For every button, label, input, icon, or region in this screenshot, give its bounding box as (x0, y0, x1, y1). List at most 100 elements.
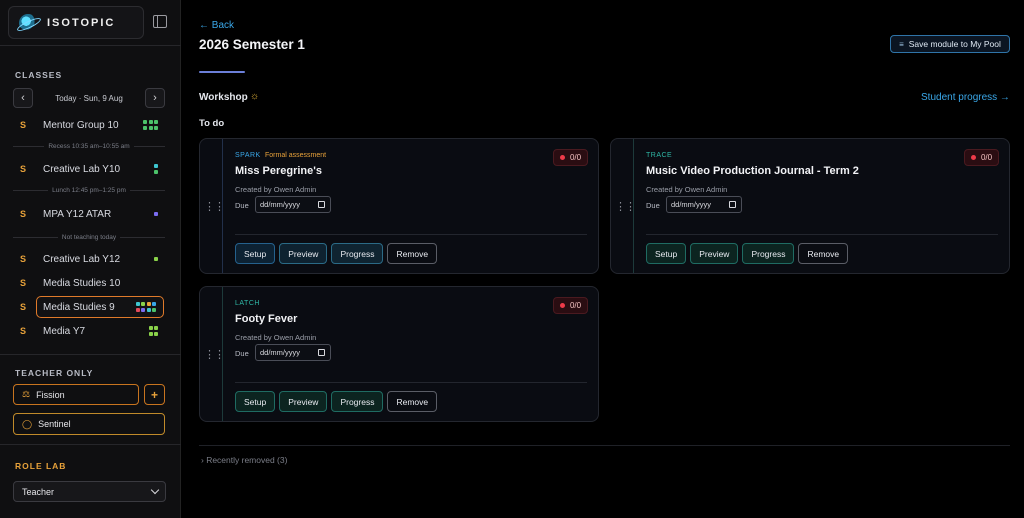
class-name: MPA Y12 ATAR (43, 208, 112, 220)
due-date-input[interactable]: dd/mm/yyyy (666, 196, 742, 213)
class-item-mentor-group-10[interactable]: S Mentor Group 10 (13, 114, 165, 136)
task-actions: Setup Preview Progress Remove (235, 243, 438, 264)
drag-handle-icon[interactable]: ⋮⋮ (204, 287, 225, 421)
fission-button[interactable]: ⚖ Fission (13, 384, 139, 405)
due-label: Due (646, 201, 660, 210)
layers-icon: ≡ (899, 39, 904, 49)
sentinel-button[interactable]: ◯ Sentinel (13, 413, 165, 435)
task-creator: Created by Owen Admin (235, 185, 317, 194)
progress-button[interactable]: Progress (742, 243, 795, 264)
class-item-mpa-y12-atar[interactable]: S MPA Y12 ATAR (13, 203, 165, 225)
due-date-input[interactable]: dd/mm/yyyy (255, 344, 331, 361)
not-teaching-separator: Not teaching today (13, 234, 166, 241)
role-lab-label: ROLE LAB (15, 461, 67, 471)
remove-button[interactable]: Remove (387, 391, 438, 412)
preview-button[interactable]: Preview (279, 391, 328, 412)
scale-icon: ⚖ (22, 389, 31, 399)
status-dot-icon (559, 155, 565, 160)
shield-icon: ◯ (22, 418, 33, 429)
class-indicator-icon (154, 212, 158, 216)
class-type-badge: S (20, 302, 27, 312)
recently-removed-toggle[interactable]: › Recently removed (3) (201, 455, 287, 465)
class-indicator-icon (154, 257, 158, 261)
task-card: ⋮⋮ TRACE 0/0 Music Video Production Jour… (610, 138, 1010, 274)
setup-button[interactable]: Setup (235, 243, 276, 264)
atom-logo-icon (19, 13, 37, 32)
todo-heading: To do (199, 118, 225, 129)
sidebar-collapse-icon[interactable] (153, 15, 167, 28)
class-indicator-icon (135, 302, 156, 312)
class-name: Creative Lab Y10 (43, 163, 121, 175)
class-type-badge: S (20, 278, 27, 288)
date-label: Today · Sun, 9 Aug (55, 93, 123, 103)
calendar-icon[interactable] (318, 201, 325, 208)
task-card: ⋮⋮ SPARK Formal assessment 0/0 Miss Pere… (199, 138, 599, 274)
task-card: ⋮⋮ LATCH 0/0 Footy Fever Created by Owen… (199, 286, 599, 422)
next-day-button[interactable]: › (144, 88, 165, 108)
class-type-badge: S (20, 120, 27, 130)
chevron-down-icon (150, 485, 160, 495)
lightbulb-icon[interactable]: ☼ (250, 91, 259, 102)
task-kind: TRACE (646, 152, 673, 159)
sidebar: ISOTOPIC CLASSES ‹ Today · Sun, 9 Aug › … (0, 0, 181, 518)
task-actions: Setup Preview Progress Remove (646, 243, 849, 264)
role-select[interactable]: Teacher (13, 481, 166, 502)
class-item-media-y7[interactable]: S Media Y7 (13, 320, 165, 342)
class-item-media-studies-10[interactable]: S Media Studies 10 (13, 272, 165, 294)
task-creator: Created by Owen Admin (235, 333, 317, 342)
task-tag: Formal assessment (265, 152, 327, 159)
prev-day-button[interactable]: ‹ (13, 88, 33, 108)
setup-button[interactable]: Setup (646, 243, 687, 264)
score-badge: 0/0 (964, 149, 999, 166)
workshop-heading: Workshop (199, 92, 248, 103)
divider (0, 45, 181, 46)
task-kind: LATCH (235, 300, 260, 307)
setup-button[interactable]: Setup (235, 391, 276, 412)
class-indicator-icon (154, 164, 158, 174)
due-label: Due (235, 349, 249, 358)
class-type-badge: S (20, 254, 27, 264)
student-progress-link[interactable]: Student progress → (921, 92, 1010, 103)
score-badge: 0/0 (553, 297, 588, 314)
task-title[interactable]: Music Video Production Journal - Term 2 (646, 165, 859, 177)
class-name: Media Studies 10 (43, 277, 121, 289)
drag-handle-icon[interactable]: ⋮⋮ (204, 139, 225, 273)
class-name: Media Y7 (43, 325, 86, 337)
class-type-badge: S (20, 164, 27, 174)
role-select-value: Teacher (22, 486, 55, 497)
class-type-badge: S (20, 326, 27, 336)
progress-button[interactable]: Progress (331, 243, 384, 264)
task-creator: Created by Owen Admin (646, 185, 728, 194)
save-module-button[interactable]: ≡ Save module to My Pool (890, 35, 1010, 53)
save-module-label: Save module to My Pool (908, 39, 1001, 49)
progress-button[interactable]: Progress (331, 391, 384, 412)
brand-name: ISOTOPIC (47, 16, 116, 29)
class-item-creative-lab-y10[interactable]: S Creative Lab Y10 (13, 158, 165, 180)
class-item-creative-lab-y12[interactable]: S Creative Lab Y12 (13, 248, 165, 270)
divider (0, 354, 181, 355)
drag-handle-icon[interactable]: ⋮⋮ (615, 139, 636, 273)
preview-button[interactable]: Preview (690, 243, 739, 264)
brand-logo-button[interactable]: ISOTOPIC (8, 6, 144, 39)
back-link[interactable]: ← Back (199, 20, 234, 31)
status-dot-icon (970, 155, 976, 160)
preview-button[interactable]: Preview (279, 243, 328, 264)
class-type-badge: S (20, 209, 27, 219)
class-item-media-studies-9[interactable]: Media Studies 9 (36, 296, 164, 318)
due-label: Due (235, 201, 249, 210)
remove-button[interactable]: Remove (798, 243, 849, 264)
due-date-input[interactable]: dd/mm/yyyy (255, 196, 331, 213)
title-underline (199, 71, 245, 73)
calendar-icon[interactable] (318, 349, 325, 356)
task-title[interactable]: Miss Peregrine's (235, 165, 322, 177)
calendar-icon[interactable] (729, 201, 736, 208)
remove-button[interactable]: Remove (387, 243, 438, 264)
add-fission-button[interactable]: + (144, 384, 165, 405)
class-name: Mentor Group 10 (43, 119, 119, 131)
task-title[interactable]: Footy Fever (235, 313, 297, 325)
divider (0, 444, 181, 445)
class-indicator-icon (148, 326, 158, 336)
status-dot-icon (559, 303, 565, 308)
sentinel-label: Sentinel (38, 419, 71, 429)
classes-label: CLASSES (15, 70, 63, 80)
